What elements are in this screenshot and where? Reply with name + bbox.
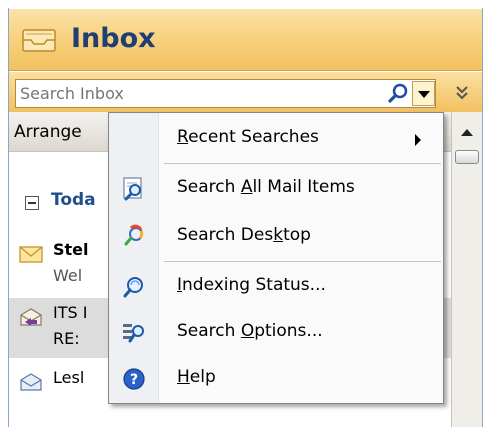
search-options-icon [123, 324, 144, 343]
scroll-up-arrow-icon[interactable] [455, 124, 479, 140]
menu-item-recent-searches[interactable]: Recent Searches [109, 119, 443, 159]
chevron-down-icon [418, 91, 430, 98]
search-row [9, 72, 482, 112]
arrange-by-label: Arrange [14, 122, 82, 142]
search-all-mail-icon [123, 177, 142, 201]
replied-mail-icon [20, 308, 42, 326]
menu-item-help[interactable]: ? Help [109, 359, 443, 399]
menu-item-label: Search All Mail Items [177, 177, 355, 197]
menu-item-search-all-mail[interactable]: Search All Mail Items [109, 169, 443, 209]
group-collapse-toggle[interactable] [25, 196, 39, 210]
scroll-thumb[interactable] [455, 150, 479, 164]
svg-text:?: ? [130, 372, 138, 388]
menu-separator [164, 163, 441, 164]
mail-sender: Lesl [53, 368, 85, 387]
menu-item-label: Help [177, 367, 216, 387]
search-icon[interactable] [386, 82, 410, 105]
mail-subject: RE: [53, 329, 80, 348]
help-icon: ? [123, 368, 145, 390]
expand-search-chevron-icon[interactable] [448, 80, 476, 106]
mail-sender: ITS I [53, 303, 88, 322]
menu-item-label: Recent Searches [177, 127, 319, 147]
search-options-dropdown-button[interactable] [412, 81, 435, 106]
submenu-arrow-icon [415, 134, 421, 146]
indexing-status-icon [123, 277, 143, 298]
menu-item-search-desktop[interactable]: Search Desktop [109, 217, 443, 257]
mail-sender: Stel [53, 240, 89, 259]
read-mail-icon [20, 373, 42, 391]
inbox-header: Inbox [9, 9, 482, 71]
menu-item-label: Search Options... [177, 321, 323, 341]
menu-item-indexing-status[interactable]: Indexing Status... [109, 267, 443, 307]
menu-item-search-options[interactable]: Search Options... [109, 313, 443, 353]
inbox-folder-icon [22, 29, 56, 52]
list-scrollbar[interactable] [451, 112, 482, 427]
outlook-pane: Inbox Arrange Toda Stel Wel [0, 0, 491, 427]
mail-subject: Wel [53, 266, 83, 285]
search-desktop-icon [124, 224, 144, 246]
search-input[interactable] [16, 80, 376, 107]
group-header-today[interactable]: Toda [51, 190, 96, 210]
search-options-menu: Recent Searches Search All Mail Items Se… [108, 112, 444, 404]
menu-separator [164, 261, 441, 262]
page-title: Inbox [71, 23, 156, 54]
menu-item-label: Indexing Status... [177, 275, 326, 295]
unread-mail-icon [19, 246, 43, 263]
search-box [15, 79, 436, 108]
menu-item-label: Search Desktop [177, 225, 311, 245]
